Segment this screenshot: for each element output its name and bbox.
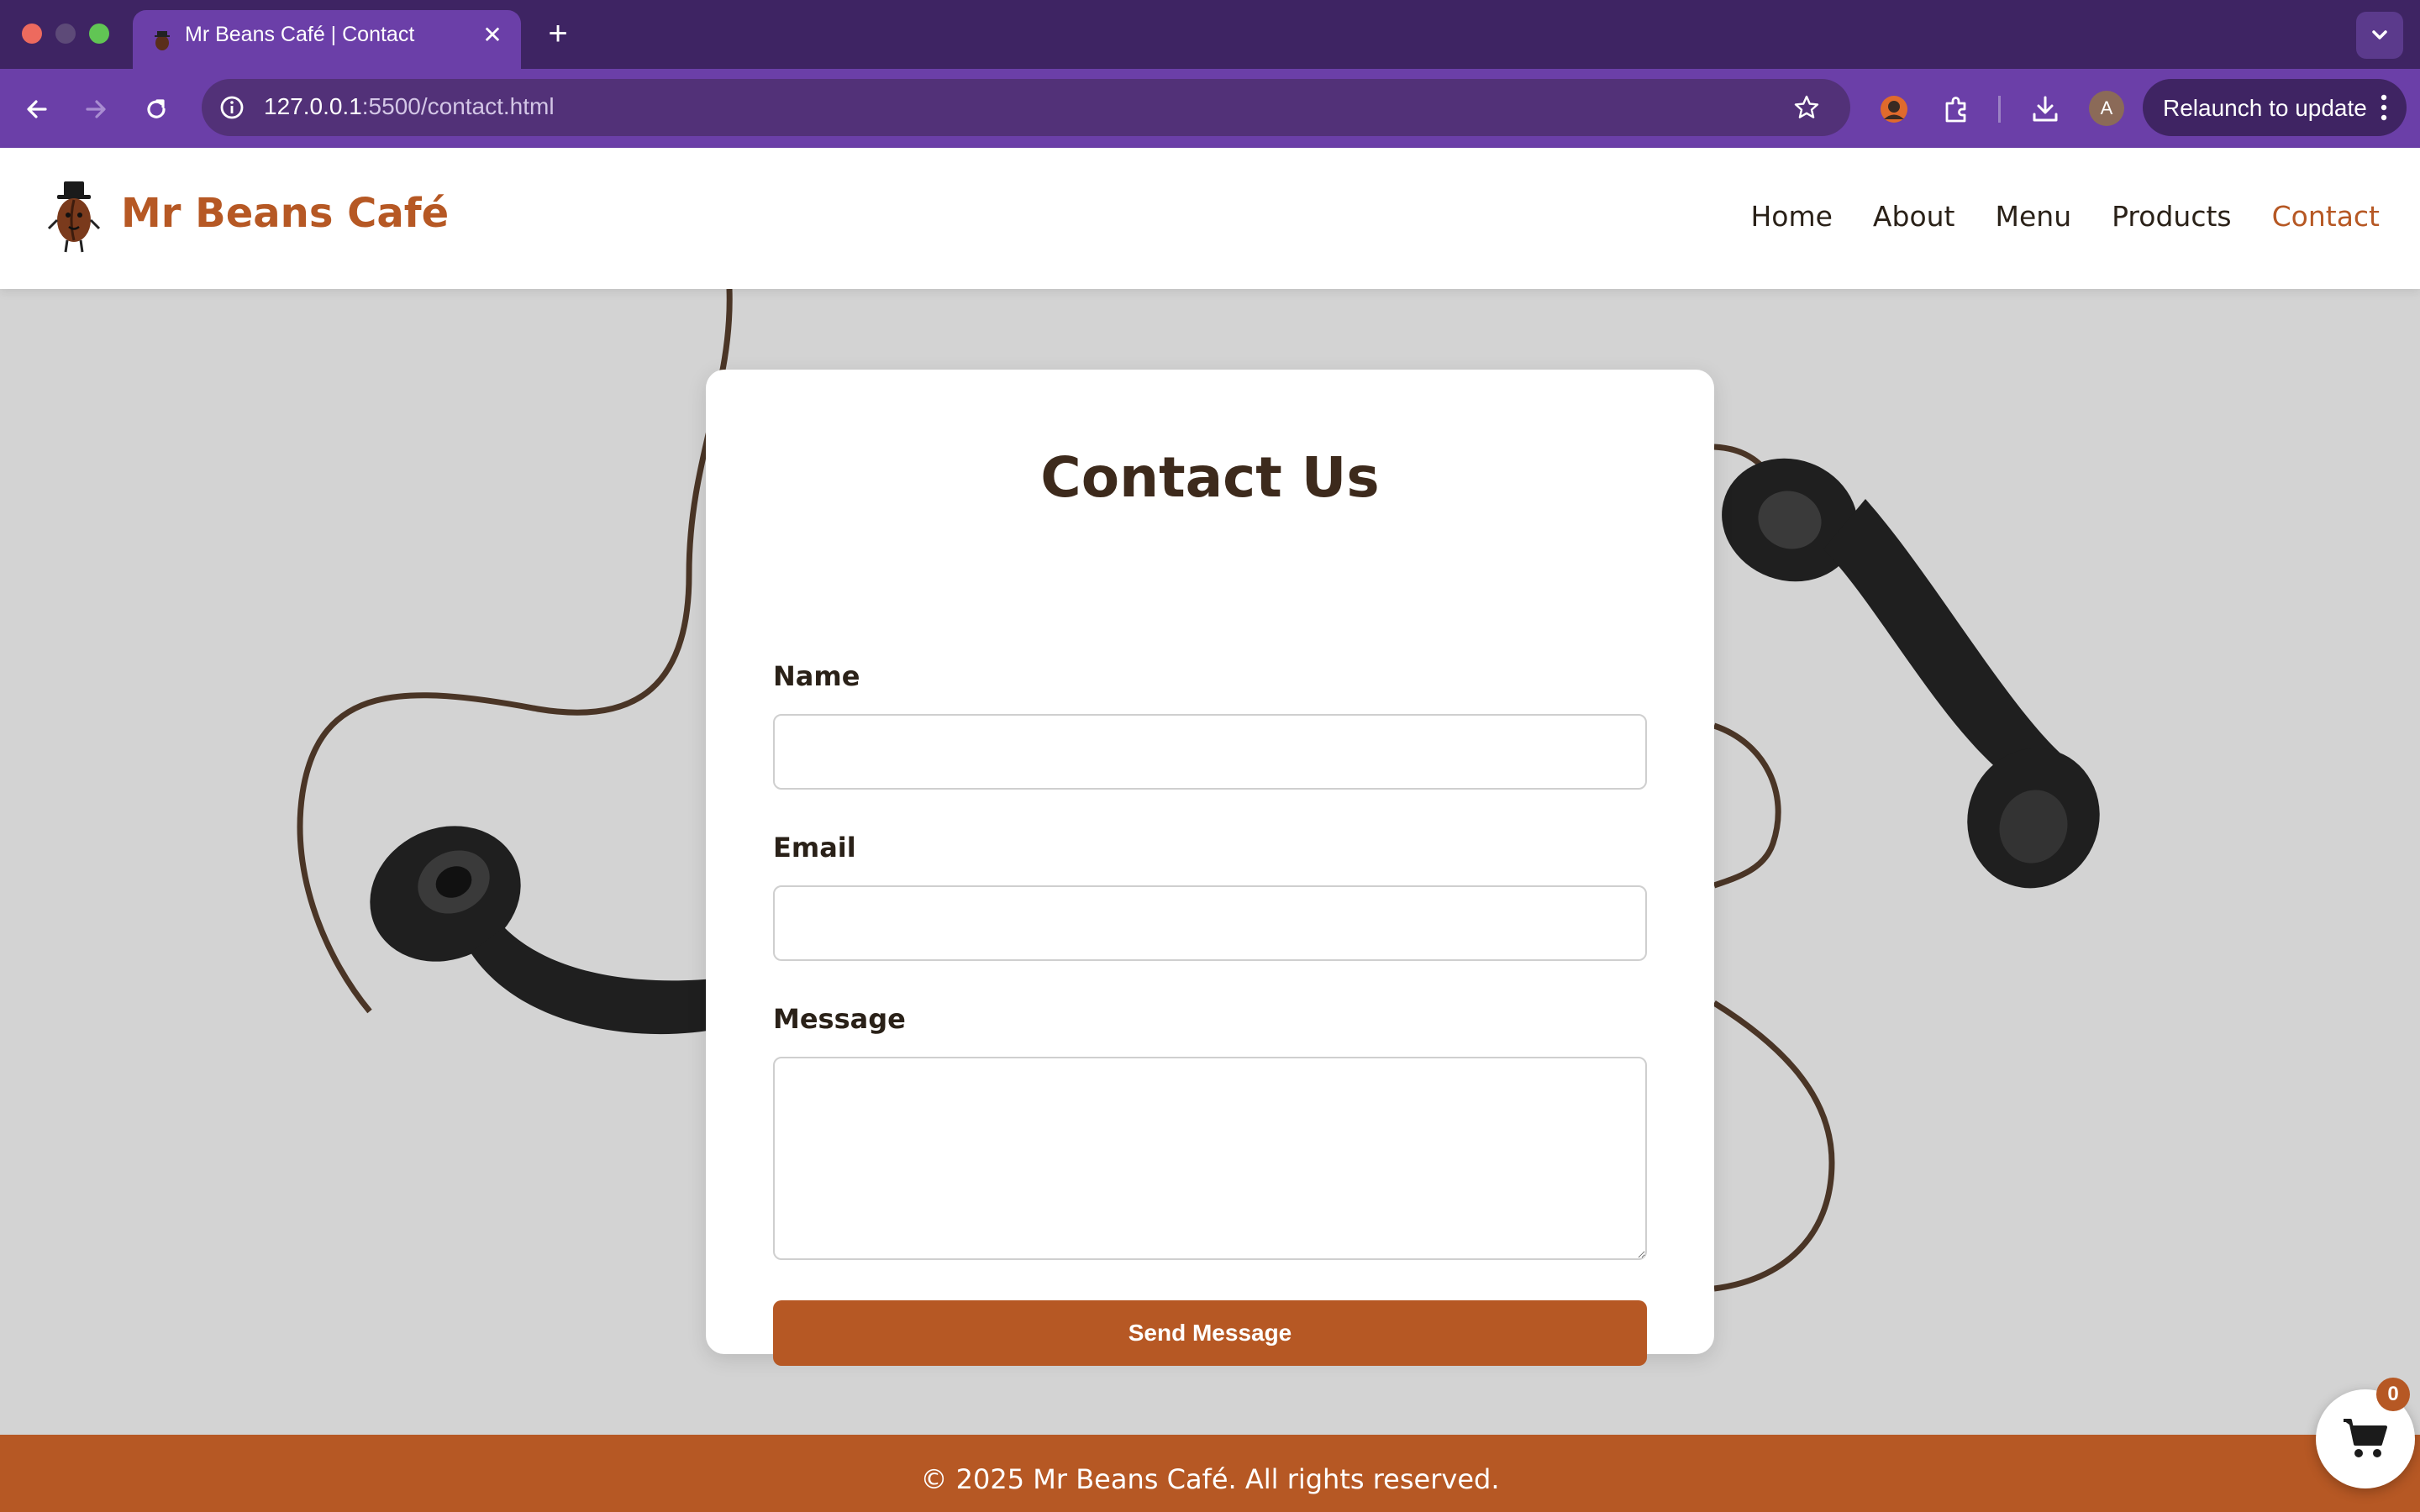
address-url[interactable]: 127.0.0.1:5500/contact.html bbox=[264, 93, 555, 120]
download-icon[interactable] bbox=[2022, 86, 2069, 133]
main-nav: Home About Menu Products Contact bbox=[1750, 200, 2380, 233]
nav-products-link[interactable]: Products bbox=[2112, 200, 2232, 233]
profile-avatar[interactable]: A bbox=[2089, 91, 2124, 126]
toolbar-separator bbox=[1998, 96, 2001, 123]
nav-contact-link[interactable]: Contact bbox=[2272, 200, 2380, 233]
window-minimize-button[interactable] bbox=[55, 24, 76, 44]
contact-form-card: Contact Us Name Email Message Send Messa… bbox=[706, 370, 1714, 1366]
site-footer: © 2025 Mr Beans Café. All rights reserve… bbox=[0, 1435, 2420, 1512]
contact-hero: Contact Us Name Email Message Send Messa… bbox=[0, 289, 2420, 1435]
site-info-icon[interactable] bbox=[213, 89, 250, 126]
browser-toolbar: 127.0.0.1:5500/contact.html A Relaunch t… bbox=[0, 69, 2420, 148]
url-path: :5500/contact.html bbox=[361, 93, 555, 119]
message-label: Message bbox=[773, 1003, 906, 1035]
more-vert-icon bbox=[2381, 94, 2387, 121]
name-input[interactable] bbox=[773, 714, 1647, 790]
chevron-down-icon bbox=[2372, 30, 2387, 39]
browser-tab-active[interactable]: Mr Beans Café | Contact ✕ bbox=[133, 10, 521, 69]
extension-profile-icon[interactable] bbox=[1870, 86, 1918, 133]
page-title: Contact Us bbox=[1040, 445, 1380, 510]
back-button[interactable] bbox=[13, 86, 60, 133]
footer-copyright: © 2025 Mr Beans Café. All rights reserve… bbox=[920, 1463, 1500, 1495]
nav-menu-link[interactable]: Menu bbox=[1996, 200, 2072, 233]
message-textarea[interactable] bbox=[773, 1057, 1647, 1260]
window-maximize-button[interactable] bbox=[89, 24, 109, 44]
name-label: Name bbox=[773, 660, 860, 692]
new-tab-button[interactable]: + bbox=[538, 12, 578, 55]
cart-icon bbox=[2344, 1419, 2387, 1457]
relaunch-update-button[interactable]: Relaunch to update bbox=[2143, 79, 2407, 136]
forward-button[interactable] bbox=[72, 86, 119, 133]
arrow-left-icon bbox=[27, 100, 47, 118]
email-input[interactable] bbox=[773, 885, 1647, 961]
browser-tab-bar: Mr Beans Café | Contact ✕ + bbox=[0, 0, 2420, 69]
reload-icon bbox=[147, 99, 166, 118]
site-header: Mr Beans Café Home About Menu Products C… bbox=[0, 148, 2420, 289]
send-message-button[interactable]: Send Message bbox=[773, 1300, 1647, 1366]
brand-name[interactable]: Mr Beans Café bbox=[121, 190, 449, 237]
reload-button[interactable] bbox=[133, 86, 180, 133]
url-host: 127.0.0.1 bbox=[264, 93, 362, 119]
coffee-bean-mascot-logo[interactable] bbox=[44, 180, 104, 255]
cart-count-badge: 0 bbox=[2376, 1378, 2410, 1411]
nav-home-link[interactable]: Home bbox=[1750, 200, 1832, 233]
arrow-right-icon bbox=[86, 100, 106, 118]
extensions-puzzle-icon[interactable] bbox=[1933, 86, 1980, 133]
bookmark-star-icon[interactable] bbox=[1788, 89, 1825, 126]
window-close-button[interactable] bbox=[22, 24, 42, 44]
tab-close-icon[interactable]: ✕ bbox=[477, 20, 508, 50]
relaunch-label: Relaunch to update bbox=[2163, 95, 2367, 121]
email-label: Email bbox=[773, 832, 856, 864]
tab-search-button[interactable] bbox=[2356, 12, 2403, 59]
nav-about-link[interactable]: About bbox=[1873, 200, 1955, 233]
site-favicon-icon bbox=[155, 31, 170, 50]
tab-title: Mr Beans Café | Contact bbox=[185, 23, 415, 46]
address-bar[interactable]: 127.0.0.1:5500/contact.html bbox=[202, 79, 1850, 136]
